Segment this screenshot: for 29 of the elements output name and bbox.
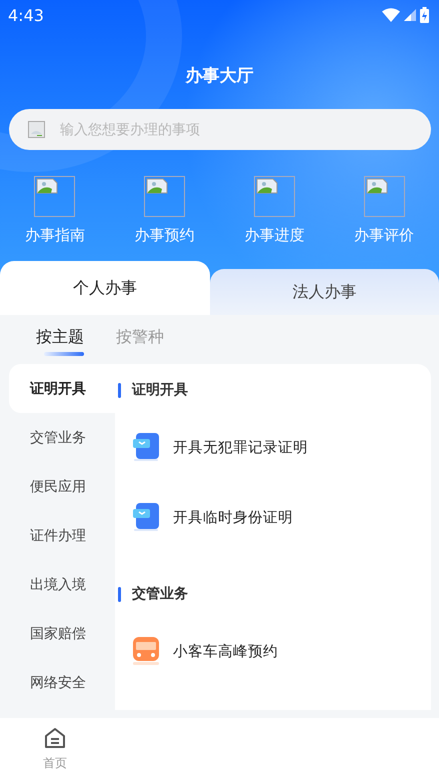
tab[interactable]: 法人办事: [210, 269, 439, 315]
category-item[interactable]: 国家赔偿: [9, 609, 115, 658]
tab[interactable]: 个人办事: [0, 261, 210, 315]
category-item[interactable]: 交管业务: [9, 413, 115, 462]
service-item[interactable]: 开具无犯罪记录证明: [115, 412, 431, 482]
subtab[interactable]: 按主题: [36, 327, 84, 356]
signal-icon: [404, 9, 416, 21]
document-icon: [132, 432, 160, 462]
image-icon: [144, 176, 186, 217]
image-icon: [364, 176, 405, 217]
page-title: 办事大厅: [184, 65, 254, 87]
image-icon: [34, 176, 76, 217]
section-title: 证明开具: [132, 381, 188, 399]
category-item[interactable]: 网络安全: [9, 658, 115, 707]
category-item[interactable]: 出境入境: [9, 560, 115, 609]
status-time: 4:43: [8, 6, 44, 24]
category-item[interactable]: 便民应用: [9, 462, 115, 511]
bus-icon: [132, 636, 160, 666]
service-item[interactable]: 小客车高峰预约: [115, 616, 431, 686]
section-title: 交管业务: [132, 585, 188, 603]
service-item[interactable]: 开具临时身份证明: [115, 482, 431, 552]
search-field[interactable]: 输入您想要办理的事项: [9, 109, 431, 150]
wifi-icon: [382, 8, 400, 22]
image-icon: [254, 176, 295, 217]
battery-icon: [420, 7, 429, 23]
category-item[interactable]: 证明开具: [9, 364, 115, 413]
category-item[interactable]: 证件办理: [9, 511, 115, 560]
document-icon: [132, 502, 160, 532]
home-icon: [44, 726, 66, 748]
